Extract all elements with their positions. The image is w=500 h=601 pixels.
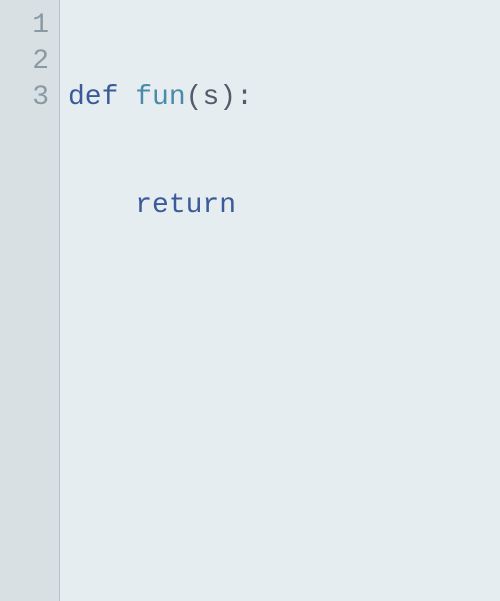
code-line: def fun(s): bbox=[68, 80, 500, 116]
line-number-gutter: 1 2 3 bbox=[0, 0, 60, 601]
line-number: 1 bbox=[0, 8, 59, 44]
code-editor[interactable]: def fun(s): return bbox=[60, 0, 500, 601]
function-name: fun bbox=[135, 82, 185, 113]
indent bbox=[68, 190, 135, 221]
keyword-def: def bbox=[68, 82, 118, 113]
paren-close: ) bbox=[219, 82, 236, 113]
code-line: return bbox=[68, 188, 500, 224]
keyword-return: return bbox=[135, 190, 236, 221]
paren-open: ( bbox=[186, 82, 203, 113]
code-line bbox=[68, 296, 500, 332]
line-number: 2 bbox=[0, 44, 59, 80]
parameter: s bbox=[202, 82, 219, 113]
colon: : bbox=[236, 82, 253, 113]
line-number: 3 bbox=[0, 80, 59, 116]
